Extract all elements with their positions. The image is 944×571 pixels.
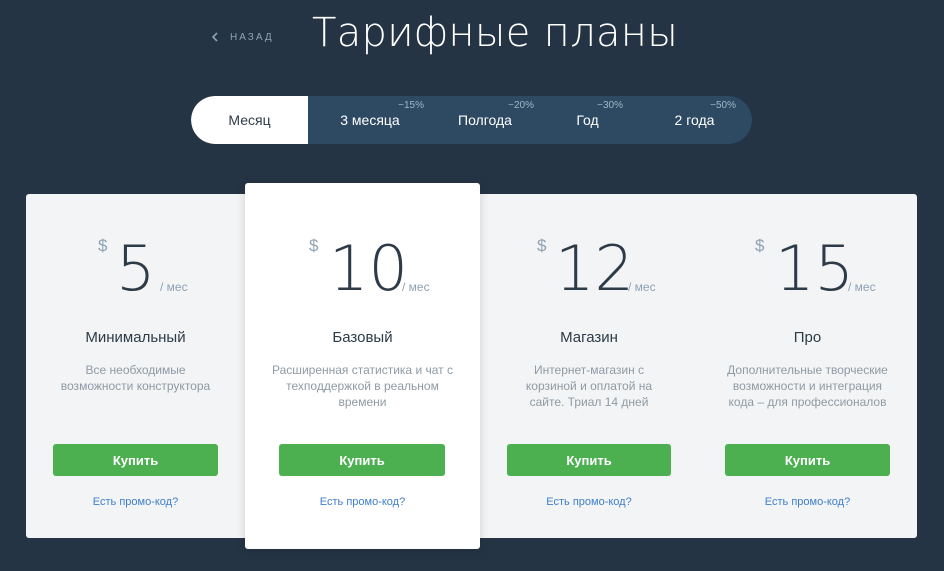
price-amount: 5 xyxy=(116,232,156,305)
chevron-left-icon xyxy=(210,30,220,44)
period-label: Полгода xyxy=(458,112,512,128)
currency-symbol: $ xyxy=(309,236,319,255)
period-tab-2-years[interactable]: 2 года −50% xyxy=(637,96,752,144)
discount-badge: −15% xyxy=(398,100,424,111)
promo-code-link[interactable]: Есть промо-код? xyxy=(698,496,917,508)
back-label: НАЗАД xyxy=(230,31,274,43)
plan-card-shop: $ 12 / мес Магазин Интернет-магазин с ко… xyxy=(480,194,698,538)
period-label: 2 года xyxy=(674,112,715,128)
period-label: 3 месяца xyxy=(340,112,400,128)
price: $ 10 / мес xyxy=(245,234,480,304)
price-period: / мес xyxy=(402,280,430,294)
price-period: / мес xyxy=(628,280,656,294)
currency-symbol: $ xyxy=(537,236,547,255)
period-tab-half-year[interactable]: Полгода −20% xyxy=(432,96,538,144)
period-tab-3-months[interactable]: 3 месяца −15% xyxy=(308,96,432,144)
discount-badge: −20% xyxy=(508,100,534,111)
buy-button[interactable]: Купить xyxy=(507,444,671,476)
price-amount: 15 xyxy=(775,232,854,305)
price: $ 15 / мес xyxy=(698,234,917,304)
plan-card-pro: $ 15 / мес Про Дополнительные творческие… xyxy=(698,194,917,538)
promo-code-link[interactable]: Есть промо-код? xyxy=(480,496,698,508)
buy-button[interactable]: Купить xyxy=(279,444,445,476)
price: $ 5 / мес xyxy=(26,234,245,304)
price-amount: 10 xyxy=(329,232,408,305)
buy-button[interactable]: Купить xyxy=(53,444,218,476)
price: $ 12 / мес xyxy=(480,234,698,304)
back-link[interactable]: НАЗАД xyxy=(210,30,274,44)
period-switcher: Месяц 3 месяца −15% Полгода −20% Год −30… xyxy=(191,96,752,144)
plan-name: Магазин xyxy=(560,329,618,346)
page-title: Тарифные планы xyxy=(312,10,679,56)
promo-code-link[interactable]: Есть промо-код? xyxy=(245,496,480,508)
plan-description: Все необходимые возможности конструктора xyxy=(60,363,211,393)
currency-symbol: $ xyxy=(755,236,765,255)
price-amount: 12 xyxy=(555,232,634,305)
price-period: / мес xyxy=(160,280,188,294)
period-label: Год xyxy=(576,112,599,128)
plan-description: Расширенная статистика и чат с техподдер… xyxy=(272,363,453,409)
plan-card-basic: $ 10 / мес Базовый Расширенная статистик… xyxy=(245,183,480,549)
currency-symbol: $ xyxy=(98,236,108,255)
buy-button[interactable]: Купить xyxy=(725,444,890,476)
discount-badge: −50% xyxy=(710,100,736,111)
plan-name: Про xyxy=(793,329,822,346)
plan-card-minimal: $ 5 / мес Минимальный Все необходимые во… xyxy=(26,194,245,538)
plan-description: Интернет-магазин с корзиной и оплатой на… xyxy=(525,363,653,409)
plan-description: Дополнительные творческие возможности и … xyxy=(727,363,888,409)
period-tab-month[interactable]: Месяц xyxy=(191,96,308,144)
discount-badge: −30% xyxy=(597,100,623,111)
promo-code-link[interactable]: Есть промо-код? xyxy=(26,496,245,508)
period-label: Месяц xyxy=(228,112,271,128)
price-period: / мес xyxy=(848,280,876,294)
period-tab-year[interactable]: Год −30% xyxy=(538,96,637,144)
plan-name: Базовый xyxy=(332,329,393,346)
plan-name: Минимальный xyxy=(85,329,186,346)
